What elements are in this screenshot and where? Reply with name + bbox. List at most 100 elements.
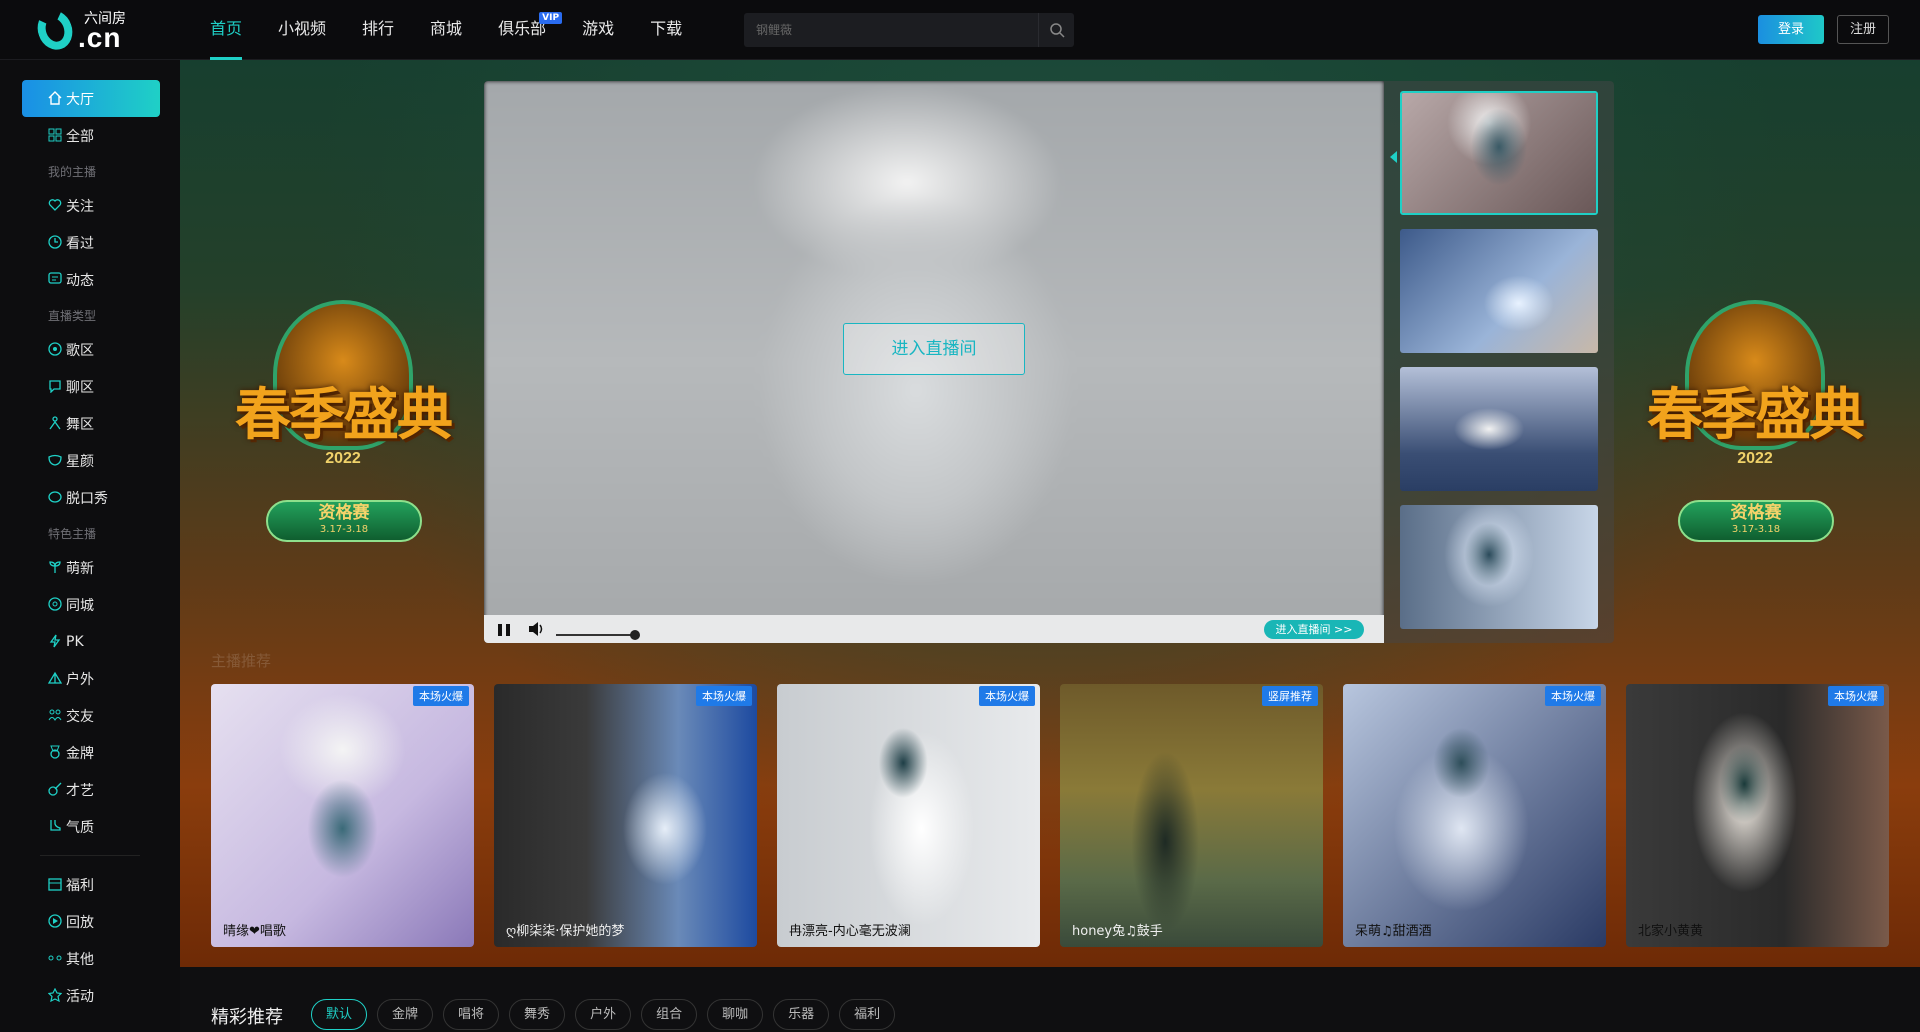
- status-badge: 本场火爆: [979, 686, 1035, 706]
- streamer-name: 北家小黄黄: [1638, 924, 1704, 939]
- emblem-year: 2022: [325, 450, 361, 467]
- thumbnail-3[interactable]: [1400, 367, 1598, 491]
- filter-chat[interactable]: 聊咖: [707, 999, 764, 1030]
- dancer-icon: [49, 416, 61, 430]
- sidebar-item-elegance[interactable]: 气质: [22, 808, 160, 845]
- sidebar-item-talkshow[interactable]: 脱口秀: [22, 479, 160, 516]
- sidebar-item-friends[interactable]: 交友: [22, 697, 160, 734]
- nav-short-video[interactable]: 小视频: [278, 0, 326, 60]
- enter-live-room-button[interactable]: 进入直播间: [843, 323, 1025, 375]
- emblem-title: 春季盛典: [235, 382, 453, 448]
- stream-thumbnail: [1626, 684, 1889, 947]
- sidebar-item-outdoor[interactable]: 户外: [22, 660, 160, 697]
- heart-icon: [48, 199, 62, 211]
- register-button[interactable]: 注册: [1837, 15, 1889, 44]
- sidebar-heading-types: 直播类型: [48, 309, 97, 323]
- sidebar-item-newbie[interactable]: 萌新: [22, 549, 160, 586]
- volume-slider[interactable]: [556, 634, 632, 636]
- sidebar-heading-my: 我的主播: [48, 165, 97, 179]
- sidebar-item-follow[interactable]: 关注: [22, 187, 160, 224]
- emblem-title: 春季盛典: [1647, 382, 1865, 448]
- nav-download[interactable]: 下载: [650, 0, 682, 60]
- filter-singer[interactable]: 唱将: [443, 999, 500, 1030]
- status-badge: 本场火爆: [696, 686, 752, 706]
- volume-slider-handle[interactable]: [630, 630, 640, 640]
- thumbnail-image: [1402, 93, 1596, 213]
- sidebar-item-talent[interactable]: 才艺: [22, 771, 160, 808]
- search-icon: [1049, 23, 1065, 38]
- nav-ranking[interactable]: 排行: [362, 0, 394, 60]
- search-box: [744, 13, 1074, 47]
- thumbnail-image: [1400, 505, 1598, 629]
- filter-default[interactable]: 默认: [311, 999, 368, 1030]
- sidebar-item-feed[interactable]: 动态: [22, 261, 160, 298]
- sidebar-item-all[interactable]: 全部: [22, 117, 160, 154]
- sidebar-item-history[interactable]: 看过: [22, 224, 160, 261]
- sidebar-item-welfare[interactable]: 福利: [22, 866, 160, 903]
- star-icon: [48, 988, 62, 1002]
- thumbnail-4[interactable]: [1400, 505, 1598, 629]
- sidebar-item-other[interactable]: 其他: [22, 940, 160, 977]
- talk-icon: [48, 491, 62, 503]
- status-badge: 竖屏推荐: [1262, 686, 1318, 706]
- sidebar-item-dance[interactable]: 舞区: [22, 405, 160, 442]
- pause-icon[interactable]: [498, 624, 510, 636]
- filter-group[interactable]: 组合: [641, 999, 698, 1030]
- streamer-name: 晴缘❤唱歌: [223, 924, 286, 939]
- stream-thumbnail: [1060, 684, 1323, 947]
- login-button[interactable]: 登录: [1758, 15, 1824, 44]
- stream-card-4[interactable]: 竖屏推荐 honey兔♫鼓手: [1060, 684, 1323, 947]
- sidebar-item-beauty[interactable]: 星颜: [22, 442, 160, 479]
- filter-instrument[interactable]: 乐器: [773, 999, 830, 1030]
- stream-card-5[interactable]: 本场火爆 呆萌♫甜酒酒: [1343, 684, 1606, 947]
- emblem-badge: 资格赛 3.17-3.18: [266, 500, 422, 542]
- sidebar-item-local[interactable]: 同城: [22, 586, 160, 623]
- enter-live-room-small-button[interactable]: 进入直播间 >>: [1264, 620, 1364, 639]
- vip-badge: VIP: [539, 12, 563, 24]
- recommend-title: 精彩推荐: [211, 1007, 283, 1028]
- stream-thumbnail: [494, 684, 757, 947]
- sidebar-item-events[interactable]: 活动: [22, 977, 160, 1014]
- gift-box-icon: [48, 878, 62, 891]
- nav-games[interactable]: 游戏: [582, 0, 614, 60]
- thumbnail-1[interactable]: [1400, 91, 1598, 215]
- sidebar-item-chat[interactable]: 聊区: [22, 368, 160, 405]
- stream-card-1[interactable]: 本场火爆 晴缘❤唱歌: [211, 684, 474, 947]
- sprout-icon: [49, 561, 61, 573]
- mask-icon: [48, 454, 62, 466]
- nav-mall[interactable]: 商城: [430, 0, 462, 60]
- status-badge: 本场火爆: [1545, 686, 1601, 706]
- streamer-name: 冉漂亮-内心毫无波澜: [789, 924, 911, 939]
- selected-arrow-icon: [1390, 151, 1397, 163]
- streamer-name: honey兔♫鼓手: [1072, 924, 1163, 939]
- stream-card-2[interactable]: 本场火爆 ღ柳柒柒·保护她的梦: [494, 684, 757, 947]
- live-thumbnails: [1384, 81, 1614, 643]
- site-logo[interactable]: 六间房 .cn: [32, 5, 138, 55]
- filter-gold[interactable]: 金牌: [377, 999, 434, 1030]
- sidebar-item-singing[interactable]: 歌区: [22, 331, 160, 368]
- stream-card-3[interactable]: 本场火爆 冉漂亮-内心毫无波澜: [777, 684, 1040, 947]
- event-emblem-left[interactable]: 春季盛典 2022 资格赛 3.17-3.18: [208, 290, 478, 560]
- volume-icon[interactable]: [528, 621, 546, 637]
- filter-outdoor[interactable]: 户外: [575, 999, 632, 1030]
- event-emblem-right[interactable]: 春季盛典 2022 资格赛 3.17-3.18: [1620, 290, 1890, 560]
- sidebar-item-replay[interactable]: 回放: [22, 903, 160, 940]
- grid-icon: [48, 128, 62, 142]
- live-player[interactable]: 进入直播间 进入直播间 >>: [484, 81, 1384, 643]
- top-bar: 六间房 .cn 首页 小视频 排行 商城 俱乐部VIP 游戏 下载 登录 注册: [0, 0, 1920, 60]
- filter-welfare[interactable]: 福利: [839, 999, 896, 1030]
- nav-home[interactable]: 首页: [210, 0, 243, 60]
- guitar-icon: [48, 782, 62, 796]
- sidebar-divider: [40, 855, 140, 856]
- thumbnail-2[interactable]: [1400, 229, 1598, 353]
- sidebar-item-pk[interactable]: PK: [22, 623, 160, 660]
- filter-dance[interactable]: 舞秀: [509, 999, 566, 1030]
- nav-club[interactable]: 俱乐部 VIP: [498, 0, 563, 60]
- sidebar-item-lobby[interactable]: 大厅: [22, 80, 160, 117]
- recommend-filters: 默认 金牌 唱将 舞秀 户外 组合 聊咖 乐器 福利: [311, 999, 905, 1030]
- home-icon: [48, 91, 62, 105]
- search-button[interactable]: [1038, 13, 1074, 47]
- sidebar-item-gold[interactable]: 金牌: [22, 734, 160, 771]
- stream-card-6[interactable]: 本场火爆 北家小黄黄: [1626, 684, 1889, 947]
- search-input[interactable]: [756, 13, 1026, 47]
